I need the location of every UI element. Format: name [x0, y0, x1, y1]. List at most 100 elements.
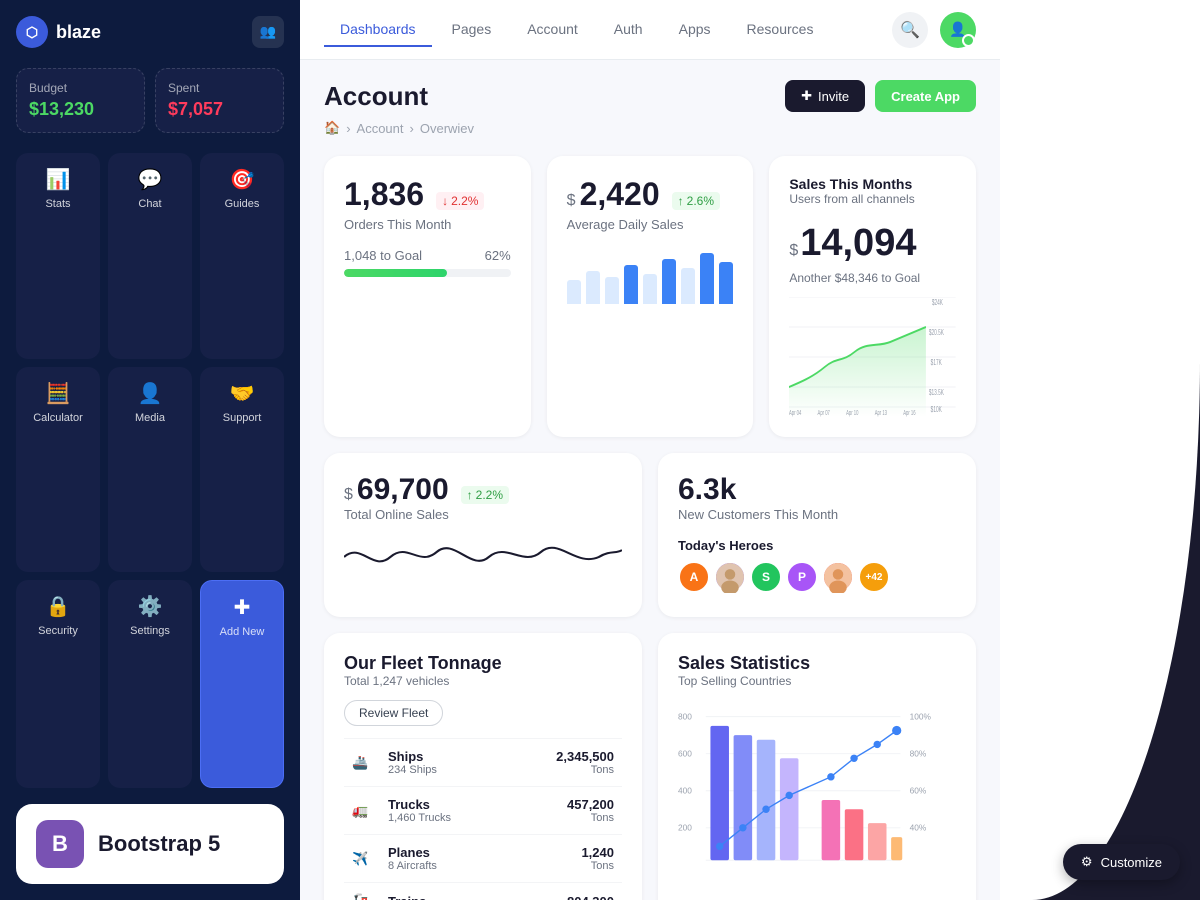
- svg-text:$24K: $24K: [932, 299, 944, 308]
- svg-text:400: 400: [678, 786, 692, 796]
- orders-badge: ↓ 2.2%: [436, 192, 484, 210]
- table-row: ✈️ Planes 8 Aircrafts 1,240 Tons: [344, 835, 622, 883]
- hero-avatar-p1: P: [786, 561, 818, 593]
- svg-text:60%: 60%: [910, 786, 927, 796]
- second-row: $ 69,700 ↑ 2.2% Total Online Sales 6.3k …: [324, 453, 976, 617]
- heroes-label: Today's Heroes: [678, 538, 956, 553]
- nav-auth[interactable]: Auth: [598, 13, 659, 47]
- top-nav: Dashboards Pages Account Auth Apps Resou…: [300, 0, 1000, 60]
- bar-7: [681, 268, 695, 304]
- svg-text:$10K: $10K: [931, 406, 943, 415]
- header-actions: ✚ Invite Create App: [785, 80, 976, 112]
- budget-card: Budget $13,230: [16, 68, 145, 133]
- new-customers-card: 6.3k New Customers This Month Today's He…: [658, 453, 976, 617]
- up-arrow-icon: ↑: [678, 194, 684, 208]
- page-title: Account: [324, 81, 428, 112]
- hero-avatar-more: +42: [858, 561, 890, 593]
- spent-card: Spent $7,057: [155, 68, 284, 133]
- breadcrumb-overwiev: Overwiev: [420, 121, 474, 136]
- media-icon: 👤: [138, 381, 163, 406]
- sidebar-item-chat[interactable]: 💬 Chat: [108, 153, 192, 359]
- spent-value: $7,057: [168, 99, 271, 120]
- online-sales-dollar: $: [344, 486, 353, 504]
- sales-month-title: Sales This Months: [789, 176, 956, 192]
- nav-pages[interactable]: Pages: [436, 13, 508, 47]
- daily-sales-value: 2,420: [580, 176, 660, 213]
- svg-text:$13.5K: $13.5K: [929, 389, 945, 398]
- nav-apps[interactable]: Apps: [663, 13, 727, 47]
- bar-4: [624, 265, 638, 304]
- progress-section: 1,048 to Goal 62%: [344, 248, 511, 277]
- stats-grid: 1,836 ↓ 2.2% Orders This Month 1,048 to …: [324, 156, 976, 437]
- settings-label: Settings: [130, 625, 170, 637]
- page-body: Account ✚ Invite Create App 🏠 › Account …: [300, 60, 1000, 900]
- new-customers-value: 6.3k: [678, 473, 956, 507]
- sales-stats-title: Sales Statistics: [678, 653, 956, 674]
- sidebar-item-stats[interactable]: 📊 Stats: [16, 153, 100, 359]
- online-sales-card: $ 69,700 ↑ 2.2% Total Online Sales: [324, 453, 642, 617]
- top-nav-links: Dashboards Pages Account Auth Apps Resou…: [324, 13, 829, 47]
- calculator-icon: 🧮: [46, 381, 71, 406]
- svg-text:Apr 16: Apr 16: [904, 410, 916, 417]
- mini-bar-chart: [567, 244, 734, 304]
- calculator-label: Calculator: [33, 412, 83, 424]
- right-panel: [1000, 0, 1200, 900]
- svg-text:$20.5K: $20.5K: [929, 329, 945, 338]
- customize-button[interactable]: ⚙ Customize: [1063, 844, 1180, 880]
- svg-text:Apr 13: Apr 13: [875, 410, 887, 417]
- nav-account[interactable]: Account: [511, 13, 594, 47]
- trucks-info: Trucks 1,460 Trucks: [380, 787, 505, 835]
- add-new-label: Add New: [220, 626, 265, 638]
- daily-sales-card: $ 2,420 ↑ 2.6% Average Daily Sales: [547, 156, 754, 437]
- guides-label: Guides: [225, 198, 260, 210]
- security-label: Security: [38, 625, 78, 637]
- bar-9: [719, 262, 733, 304]
- sidebar-item-security[interactable]: 🔒 Security: [16, 580, 100, 788]
- sales-month-card: Sales This Months Users from all channel…: [769, 156, 976, 437]
- svg-text:200: 200: [678, 823, 692, 833]
- wave-chart: [344, 522, 622, 592]
- bootstrap-icon: B: [36, 820, 84, 868]
- up-arrow-icon2: ↑: [467, 488, 473, 502]
- people-icon-button[interactable]: 👥: [252, 16, 284, 48]
- nav-resources[interactable]: Resources: [731, 13, 830, 47]
- orders-label: Orders This Month: [344, 217, 511, 232]
- customize-icon: ⚙: [1081, 854, 1093, 870]
- hero-avatar-photo2: [822, 561, 854, 593]
- right-panel-curve: [1000, 0, 1200, 900]
- top-nav-right: 🔍 👤: [892, 12, 976, 48]
- review-fleet-button[interactable]: Review Fleet: [344, 700, 443, 726]
- daily-sales-label: Average Daily Sales: [567, 217, 734, 232]
- nav-dashboards[interactable]: Dashboards: [324, 13, 432, 47]
- progress-bar-bg: [344, 269, 511, 277]
- sidebar-item-add-new[interactable]: ✚ Add New: [200, 580, 284, 788]
- breadcrumb-sep2: ›: [410, 121, 414, 136]
- ships-value-cell: 2,345,500 Tons: [505, 739, 622, 787]
- logo-area: ⬡ blaze: [16, 16, 101, 48]
- sidebar-item-settings[interactable]: ⚙️ Settings: [108, 580, 192, 788]
- hero-avatars: A S P +42: [678, 561, 956, 593]
- sidebar-item-media[interactable]: 👤 Media: [108, 367, 192, 573]
- progress-label: 1,048 to Goal: [344, 248, 422, 263]
- daily-sales-badge: ↑ 2.6%: [672, 192, 720, 210]
- plus-icon: ✚: [801, 88, 812, 104]
- support-label: Support: [223, 412, 262, 424]
- svg-text:$17K: $17K: [931, 359, 943, 368]
- bar-6: [662, 259, 676, 304]
- svg-text:80%: 80%: [910, 748, 927, 758]
- search-button[interactable]: 🔍: [892, 12, 928, 48]
- sales-stats-card: Sales Statistics Top Selling Countries 8…: [658, 633, 976, 900]
- add-new-icon: ✚: [234, 595, 251, 620]
- user-avatar: 👤: [940, 12, 976, 48]
- invite-button[interactable]: ✚ Invite: [785, 80, 865, 112]
- sidebar-header: ⬡ blaze 👥: [16, 16, 284, 48]
- create-app-button[interactable]: Create App: [875, 80, 976, 112]
- page-header-row: Account ✚ Invite Create App: [324, 80, 976, 112]
- planes-icon: ✈️: [344, 835, 380, 883]
- sidebar-item-calculator[interactable]: 🧮 Calculator: [16, 367, 100, 573]
- sidebar-item-support[interactable]: 🤝 Support: [200, 367, 284, 573]
- sidebar-item-guides[interactable]: 🎯 Guides: [200, 153, 284, 359]
- fleet-subtitle: Total 1,247 vehicles: [344, 674, 622, 688]
- fleet-title: Our Fleet Tonnage: [344, 653, 622, 674]
- bootstrap-card: B Bootstrap 5: [16, 804, 284, 884]
